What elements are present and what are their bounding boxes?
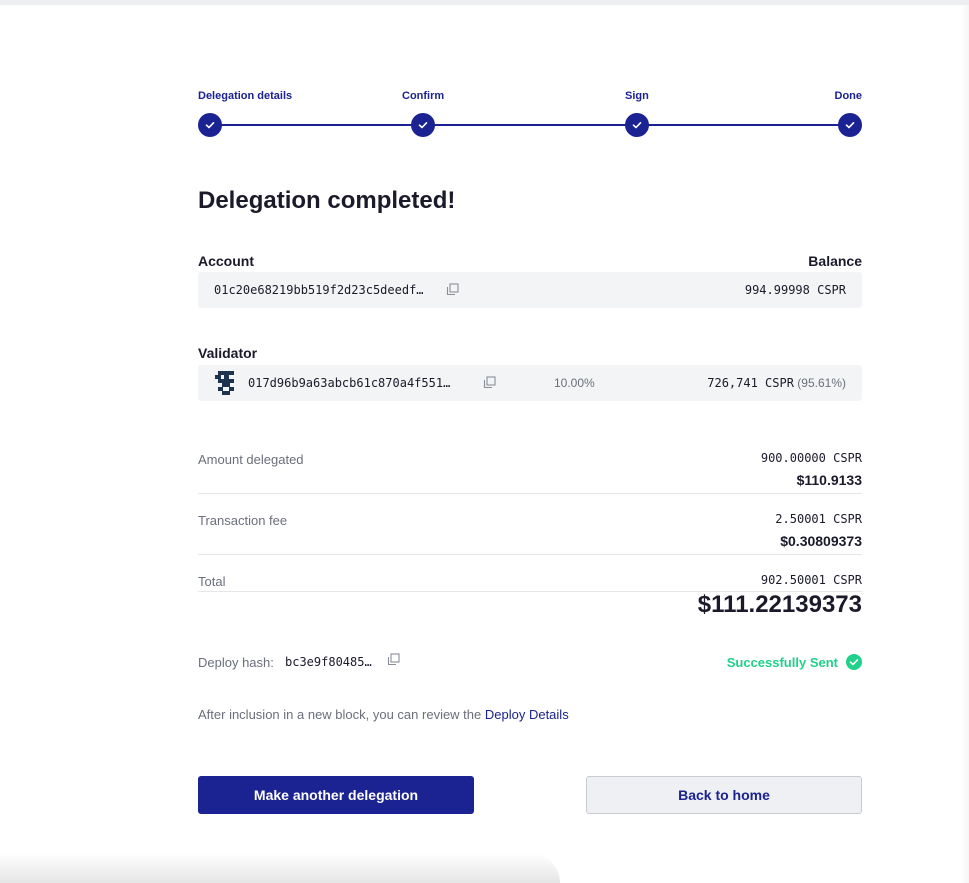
step-label-sign: Sign [625, 90, 649, 102]
balance-label: Balance [808, 253, 862, 269]
validator-address: 017d96b9a63abcb61c870a4f551… [248, 376, 451, 390]
page-title: Delegation completed! [198, 187, 456, 214]
deploy-details-link[interactable]: Deploy Details [485, 707, 569, 722]
back-to-home-button[interactable]: Back to home [586, 776, 862, 814]
validator-fee: 10.00% [554, 376, 595, 390]
deploy-hash-label: Deploy hash: [198, 655, 274, 670]
right-edge-shadow [961, 5, 969, 883]
validator-stake-share: (95.61%) [797, 376, 846, 390]
validator-row: 017d96b9a63abcb61c870a4f551… 10.00% 726,… [198, 365, 862, 401]
step-label-done: Done [834, 90, 863, 102]
total-cspr: 902.50001 CSPR [760, 573, 862, 587]
validator-stake-wrap: 726,741 CSPR (95.61%) [707, 376, 846, 390]
step-label-details: Delegation details [198, 90, 293, 102]
stepper-line [210, 124, 850, 126]
step-check-icon [411, 113, 435, 137]
validator-avatar-icon [215, 371, 237, 395]
deploy-info-text: After inclusion in a new block, you can … [198, 707, 569, 722]
transaction-fee-usd: $0.30809373 [780, 533, 862, 549]
step-check-icon [625, 113, 649, 137]
account-address: 01c20e68219bb519f2d23c5deedf… [214, 283, 424, 297]
copy-icon[interactable] [387, 653, 400, 666]
deploy-hash-value: bc3e9f80485… [285, 655, 372, 669]
make-another-delegation-button[interactable]: Make another delegation [198, 776, 474, 814]
account-row: 01c20e68219bb519f2d23c5deedf… 994.99998 … [198, 272, 862, 308]
transaction-fee-label: Transaction fee [198, 513, 288, 528]
account-balance: 994.99998 CSPR [744, 283, 846, 297]
progress-stepper: Delegation details Confirm Sign Done [198, 90, 862, 140]
validator-stake: 726,741 CSPR [707, 376, 794, 390]
divider [198, 493, 862, 494]
copy-icon[interactable] [446, 283, 459, 296]
transaction-fee-cspr: 2.50001 CSPR [775, 512, 862, 526]
validator-label: Validator [198, 345, 258, 361]
success-check-icon [846, 654, 862, 670]
total-usd: $111.22139373 [697, 591, 862, 618]
amount-delegated-cspr: 900.00000 CSPR [760, 451, 862, 465]
step-check-icon [838, 113, 862, 137]
bottom-shadow [0, 853, 560, 883]
amount-delegated-usd: $110.9133 [796, 472, 862, 488]
copy-icon[interactable] [483, 376, 496, 389]
total-values: 902.50001 CSPR $111.22139373 [698, 573, 862, 619]
top-strip [0, 0, 969, 5]
transaction-fee-values: 2.50001 CSPR $0.30809373 [775, 512, 862, 549]
deploy-info-message: After inclusion in a new block, you can … [198, 707, 485, 722]
step-label-confirm: Confirm [402, 90, 445, 102]
step-check-icon [198, 113, 222, 137]
divider [198, 554, 862, 555]
total-label: Total [198, 574, 226, 589]
deploy-status-text: Successfully Sent [726, 655, 838, 670]
amount-delegated-label: Amount delegated [198, 452, 304, 467]
amount-delegated-values: 900.00000 CSPR $110.9133 [761, 451, 862, 488]
account-label: Account [198, 253, 254, 269]
